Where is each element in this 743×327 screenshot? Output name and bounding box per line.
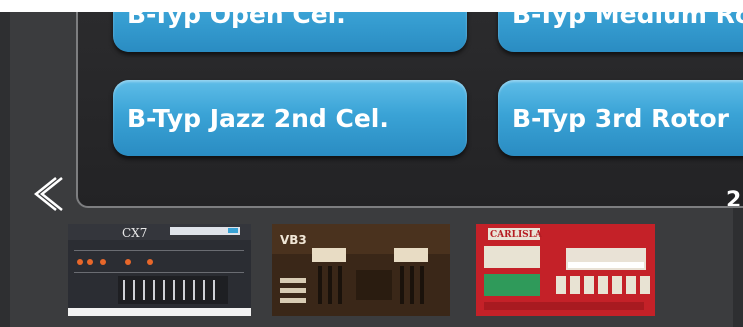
instrument-name: CX7	[122, 226, 147, 240]
instrument-thumbnail-carlisla[interactable]: CARLISLA	[476, 224, 655, 316]
page-indicator: 2 / 5	[726, 188, 743, 208]
instrument-name: VB3	[280, 233, 307, 247]
double-chevron-left-icon[interactable]	[30, 175, 64, 213]
left-border	[0, 12, 10, 327]
preset-button-jazz-2nd-cel[interactable]: B-Typ Jazz 2nd Cel.	[113, 80, 467, 156]
preset-button-3rd-rotor[interactable]: B-Typ 3rd Rotor	[498, 80, 743, 156]
instrument-name: CARLISLA	[490, 230, 543, 240]
preset-button-open-cel[interactable]: B-Typ Open Cel.	[113, 12, 467, 52]
instrument-thumbnail-vb3[interactable]: VB3	[272, 224, 450, 316]
instrument-thumbnail-cx7[interactable]: CX7	[68, 224, 251, 316]
preset-panel: B-Typ Open Cel. B-Typ Medium Rotor B-Typ…	[76, 12, 743, 208]
preset-button-medium-rotor[interactable]: B-Typ Medium Rotor	[498, 12, 743, 52]
top-edge	[0, 0, 743, 12]
